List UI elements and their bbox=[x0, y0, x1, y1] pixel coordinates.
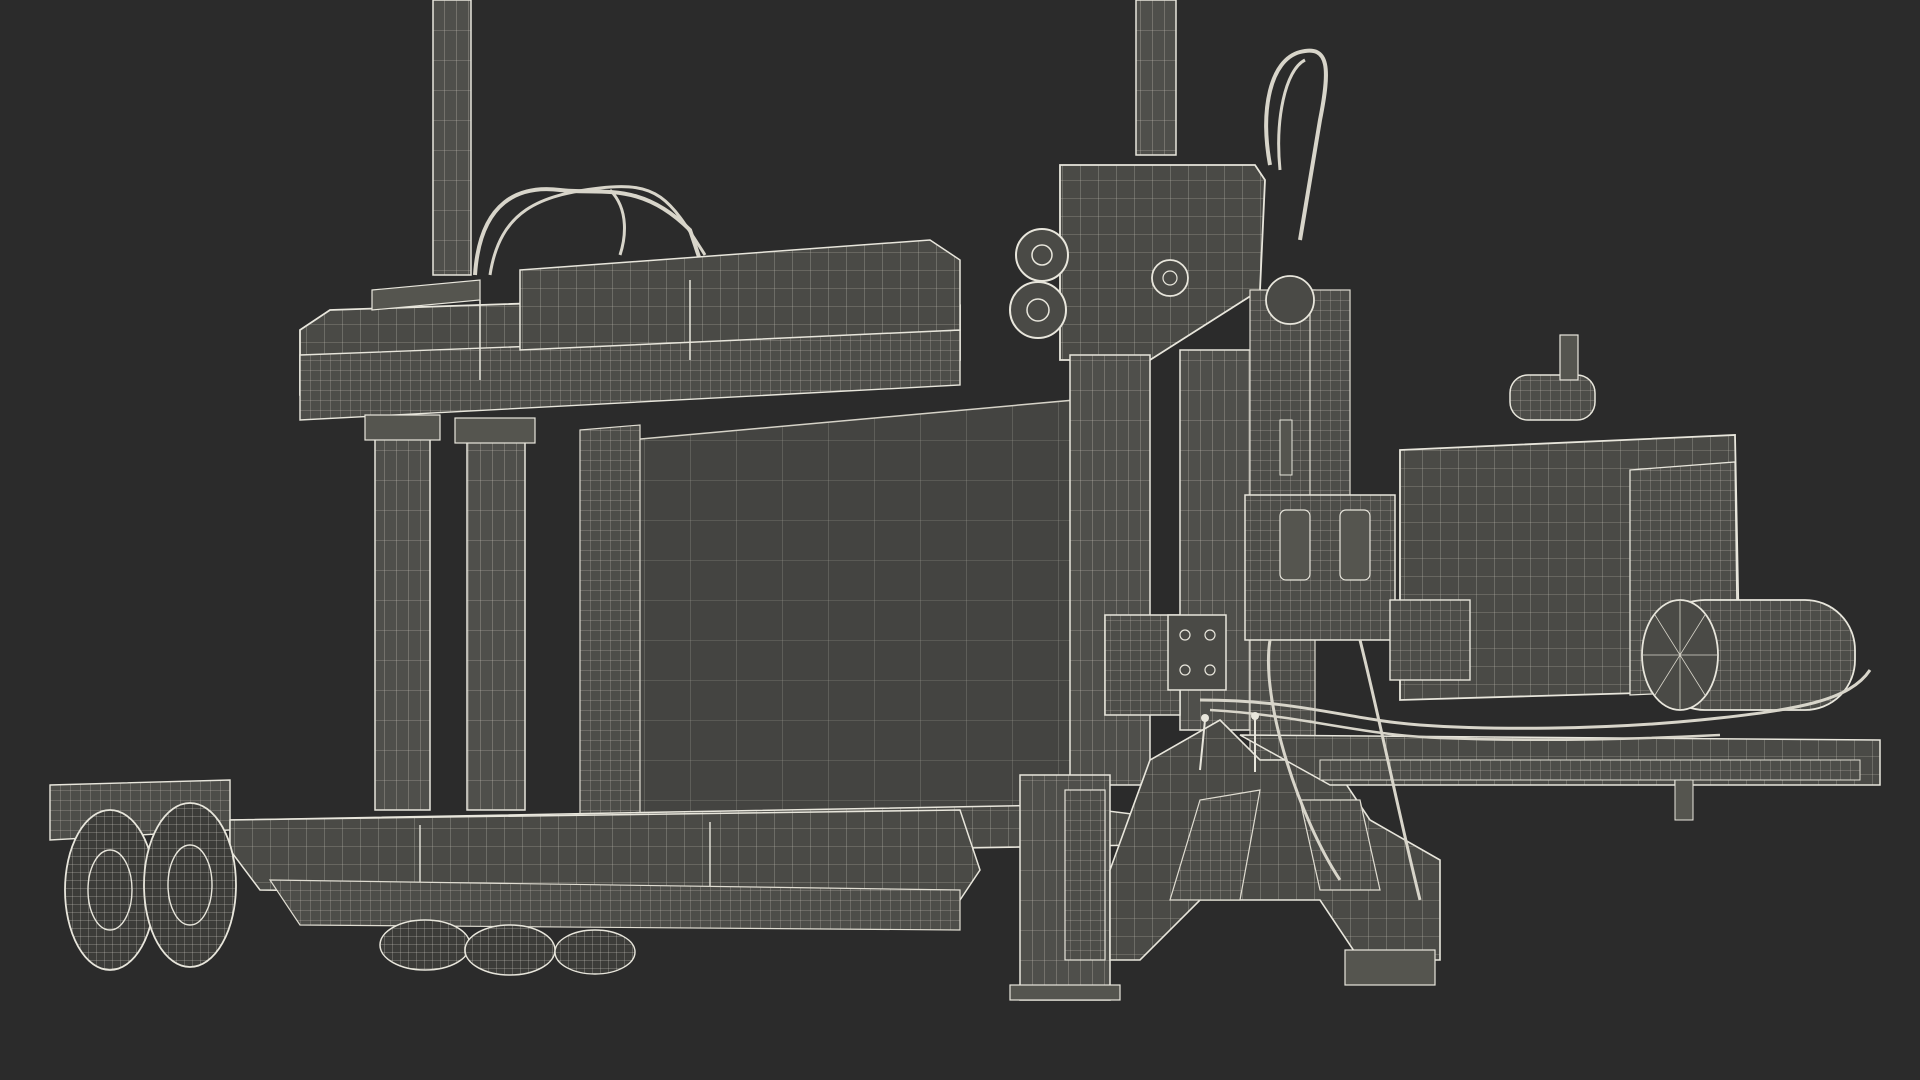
press-head-front bbox=[519, 239, 961, 351]
left-column-2 bbox=[466, 431, 526, 811]
wheel-rear-right bbox=[143, 802, 237, 968]
wireframe-model bbox=[49, 0, 1881, 1001]
left-column-1 bbox=[374, 429, 431, 811]
right-tower-column-front bbox=[1069, 354, 1151, 786]
pulley-center bbox=[1151, 259, 1189, 297]
right-lift-rod bbox=[1135, 0, 1177, 156]
back-wall-panel bbox=[629, 399, 1076, 831]
wheel-under-2 bbox=[464, 924, 556, 976]
pulley-lower bbox=[1009, 281, 1067, 339]
hydraulic-block bbox=[1244, 494, 1396, 641]
side-wall bbox=[579, 424, 641, 821]
top-hose-right bbox=[1264, 48, 1328, 241]
pulley-left bbox=[1015, 228, 1069, 282]
left-lift-rod bbox=[432, 0, 472, 276]
wheel-under-1 bbox=[379, 919, 471, 971]
wheel-rear-left bbox=[64, 809, 156, 971]
control-box-panel bbox=[1167, 614, 1227, 691]
engine-air-filter bbox=[1509, 374, 1596, 421]
hydraulic-filter-1 bbox=[1279, 509, 1311, 581]
hydraulic-filter-2 bbox=[1339, 509, 1371, 581]
render-viewport bbox=[0, 0, 1920, 1080]
